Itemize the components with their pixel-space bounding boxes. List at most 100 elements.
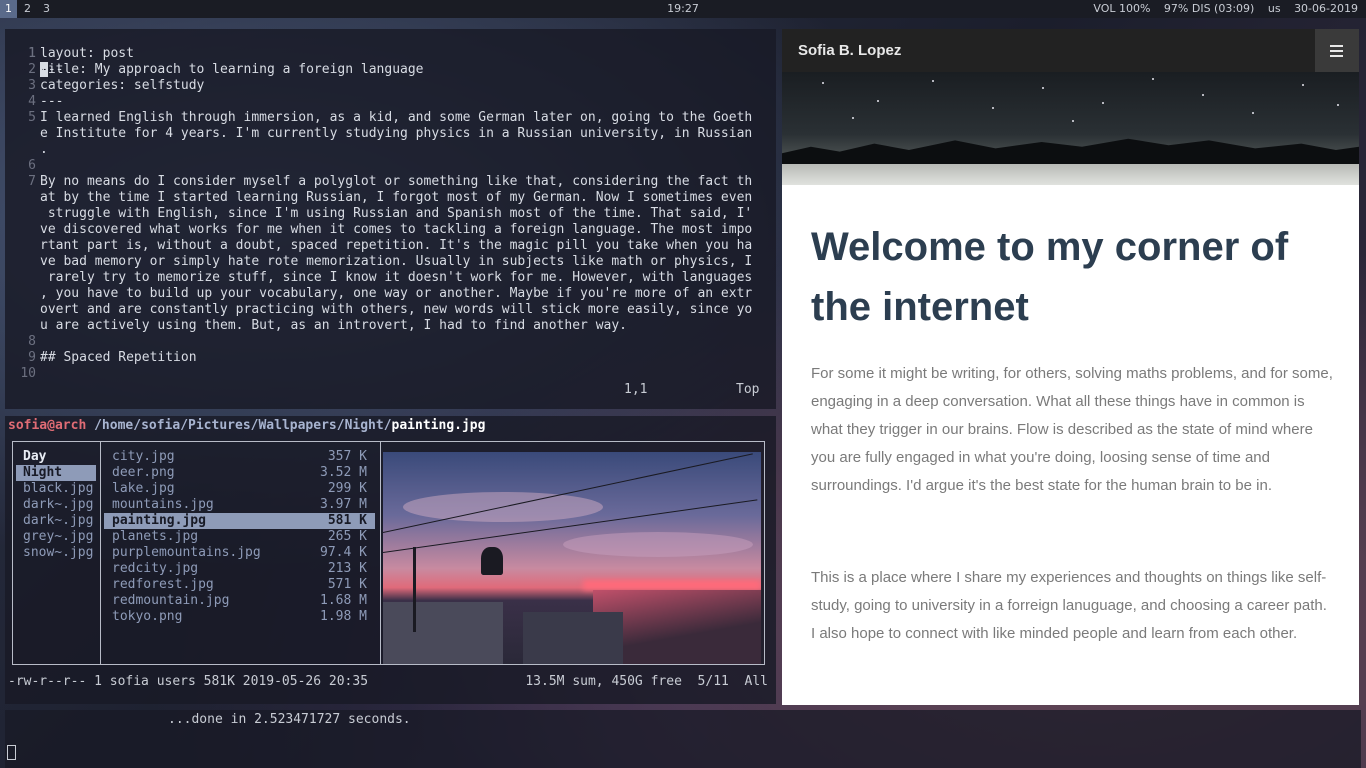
file-name: lake.jpg bbox=[112, 481, 175, 496]
status-bar: 1 2 3 19:27 VOL 100% 97% DIS (03:09) us … bbox=[0, 0, 1366, 18]
preview-building bbox=[523, 612, 623, 664]
file-name: city.jpg bbox=[112, 449, 175, 464]
image-preview bbox=[383, 452, 761, 664]
line-number: 5 bbox=[28, 110, 36, 125]
file-size: 97.4 K bbox=[320, 545, 367, 560]
parent-list-item[interactable]: dark~.jpg bbox=[16, 513, 96, 529]
keyboard-layout: us bbox=[1267, 2, 1281, 15]
line-number: 4 bbox=[28, 94, 36, 109]
date: 30-06-2019 bbox=[1294, 2, 1358, 15]
file-name: purplemountains.jpg bbox=[112, 545, 261, 560]
file-size: 299 K bbox=[327, 481, 367, 496]
line-number: 3 bbox=[28, 78, 36, 93]
line-text[interactable]: e Institute for 4 years. I'm currently s… bbox=[40, 126, 752, 142]
terminal-cursor[interactable] bbox=[7, 745, 16, 760]
file-info: -rw-r--r-- 1 sofia users 581K 2019-05-26… bbox=[8, 674, 369, 689]
file-list-item-selected[interactable]: painting.jpg 581 K bbox=[104, 513, 375, 529]
preview-building bbox=[383, 602, 503, 664]
preview-figure bbox=[481, 547, 503, 575]
line-text[interactable]: By no means do I consider myself a polyg… bbox=[40, 174, 752, 190]
file-size: 213 K bbox=[327, 561, 367, 576]
terminal-output: ...done in 2.523471727 seconds. bbox=[168, 712, 411, 727]
file-name: planets.jpg bbox=[112, 529, 199, 544]
line-text[interactable]: rtant part is, without a doubt, spaced r… bbox=[40, 238, 752, 254]
parent-list-item[interactable]: black.jpg bbox=[16, 481, 96, 497]
cursor-position: 1,1 bbox=[624, 382, 648, 397]
line-number: 1 bbox=[28, 46, 36, 61]
line-text[interactable]: , you have to build up your vocabulary, … bbox=[40, 286, 752, 302]
line-text[interactable]: --- bbox=[40, 94, 63, 110]
preview-sunset-glow bbox=[583, 580, 761, 590]
current-path: sofia@arch /home/sofia/Pictures/Wallpape… bbox=[8, 418, 485, 434]
editor-line[interactable]: 1 --- bbox=[5, 30, 63, 77]
site-navbar: Sofia B. Lopez bbox=[782, 29, 1359, 72]
hamburger-icon[interactable] bbox=[1315, 29, 1359, 72]
system-status: VOL 100% 97% DIS (03:09) us 30-06-2019 bbox=[1083, 0, 1358, 18]
column-divider bbox=[380, 442, 381, 664]
parent-list-item[interactable]: snow~.jpg bbox=[16, 545, 96, 561]
file-list-item[interactable]: tokyo.png 1.98 M bbox=[104, 609, 375, 625]
file-list-item[interactable]: mountains.jpg 3.97 M bbox=[104, 497, 375, 513]
line-text[interactable]: I learned English through immersion, as … bbox=[40, 110, 752, 126]
file-columns: Day Night black.jpg dark~.jpg dark~.jpg … bbox=[12, 441, 765, 665]
page-heading: Welcome to my corner of the internet bbox=[811, 225, 1289, 329]
browser-window[interactable]: Sofia B. Lopez Welcome to my corner of t… bbox=[782, 29, 1359, 705]
file-list-item[interactable]: redmountain.jpg 1.68 M bbox=[104, 593, 375, 609]
line-number: 10 bbox=[20, 366, 36, 381]
battery-indicator: 97% DIS (03:09) bbox=[1163, 2, 1255, 15]
line-number: 7 bbox=[28, 174, 36, 189]
parent-list-item-selected[interactable]: Night bbox=[16, 465, 96, 481]
parent-list-item[interactable]: dark~.jpg bbox=[16, 497, 96, 513]
file-size: 581 K bbox=[327, 513, 367, 528]
intro-paragraph: For some it might be writing, for others… bbox=[811, 365, 1333, 494]
user-host: sofia@arch bbox=[8, 418, 87, 433]
line-text[interactable]: rarely try to memorize stuff, since I kn… bbox=[40, 270, 752, 286]
line-text[interactable]: ## Spaced Repetition bbox=[40, 350, 197, 366]
line-text[interactable]: categories: selfstudy bbox=[40, 78, 204, 94]
column-divider bbox=[100, 442, 101, 664]
selected-file-name: painting.jpg bbox=[391, 418, 486, 433]
file-list-item[interactable]: planets.jpg 265 K bbox=[104, 529, 375, 545]
line-text[interactable]: layout: post bbox=[40, 46, 134, 62]
file-list-item[interactable]: purplemountains.jpg 97.4 K bbox=[104, 545, 375, 561]
file-size: 1.68 M bbox=[320, 593, 367, 608]
hero-image bbox=[782, 72, 1359, 185]
site-title[interactable]: Sofia B. Lopez bbox=[798, 29, 901, 72]
file-name: redforest.jpg bbox=[112, 577, 214, 592]
file-name: redmountain.jpg bbox=[112, 593, 230, 608]
vim-editor[interactable]: 1 --- 1 layout: post 2 title: My approach … bbox=[5, 29, 776, 409]
line-number: 8 bbox=[28, 334, 36, 349]
line-number: 9 bbox=[28, 350, 36, 365]
file-name: mountains.jpg bbox=[112, 497, 214, 512]
line-text[interactable]: u are actively using them. But, as an in… bbox=[40, 318, 627, 334]
line-text[interactable]: ve discovered what works for me when it … bbox=[40, 222, 752, 238]
line-number: 6 bbox=[28, 158, 36, 173]
file-name: painting.jpg bbox=[112, 513, 206, 528]
parent-list-item[interactable]: grey~.jpg bbox=[16, 529, 96, 545]
preview-wire bbox=[383, 453, 753, 533]
scroll-indicator: Top bbox=[736, 382, 760, 397]
ranger-file-manager[interactable]: sofia@arch /home/sofia/Pictures/Wallpape… bbox=[5, 416, 776, 704]
volume-indicator: VOL 100% bbox=[1093, 2, 1151, 15]
file-size: 265 K bbox=[327, 529, 367, 544]
directory-summary: 13.5M sum, 450G free 5/11 All bbox=[525, 674, 768, 689]
hero-snow bbox=[782, 164, 1359, 185]
file-list-item[interactable]: city.jpg 357 K bbox=[104, 449, 375, 465]
parent-list-item[interactable]: Day bbox=[16, 449, 96, 465]
file-size: 357 K bbox=[327, 449, 367, 464]
file-size: 571 K bbox=[327, 577, 367, 592]
file-list-item[interactable]: redforest.jpg 571 K bbox=[104, 577, 375, 593]
hero-treeline bbox=[782, 138, 1359, 166]
file-list-item[interactable]: redcity.jpg 213 K bbox=[104, 561, 375, 577]
line-text[interactable]: title: My approach to learning a foreign… bbox=[40, 62, 424, 78]
about-paragraph: This is a place where I share my experie… bbox=[811, 569, 1327, 642]
line-text[interactable]: overt and are constantly practicing with… bbox=[40, 302, 752, 318]
line-text[interactable]: ve bad memory or simply hate rote memori… bbox=[40, 254, 752, 270]
terminal[interactable]: ...done in 2.523471727 seconds. bbox=[5, 710, 1361, 768]
file-list-item[interactable]: deer.png 3.52 M bbox=[104, 465, 375, 481]
line-text[interactable]: at by the time I started learning Russia… bbox=[40, 190, 752, 206]
file-list-item[interactable]: lake.jpg 299 K bbox=[104, 481, 375, 497]
line-text[interactable]: struggle with English, since I'm using R… bbox=[40, 206, 752, 222]
line-text[interactable]: . bbox=[40, 142, 48, 158]
preview-cloud bbox=[563, 532, 753, 557]
